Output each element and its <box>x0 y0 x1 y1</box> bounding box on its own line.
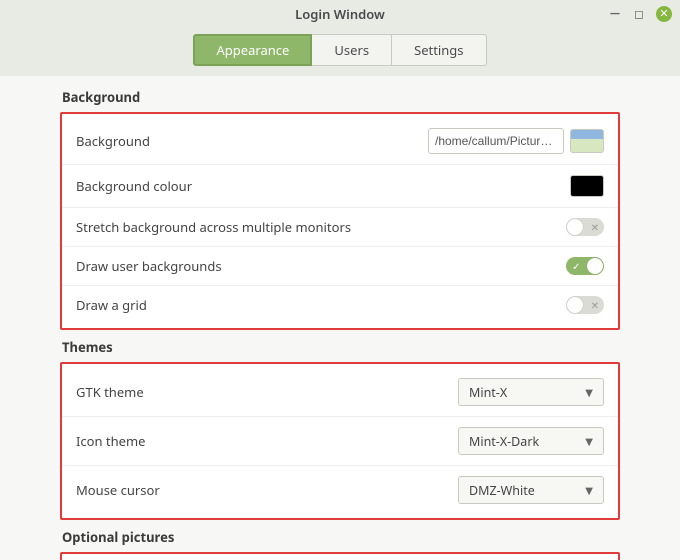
label-draw-user-bg: Draw user backgrounds <box>76 257 222 275</box>
panel-background: Background Background colour Stretch bac… <box>60 112 620 330</box>
gtk-theme-select[interactable]: Mint-X ▼ <box>458 378 604 406</box>
chevron-down-icon: ▼ <box>585 385 593 399</box>
panel-themes: GTK theme Mint-X ▼ Icon theme Mint-X-Dar… <box>60 362 620 520</box>
window-controls: － ◻ ✕ <box>608 0 672 28</box>
toggle-on-icon: ✓ <box>572 258 580 274</box>
icon-theme-select[interactable]: Mint-X-Dark ▼ <box>458 427 604 455</box>
row-draw-grid: Draw a grid ✕ <box>62 285 618 324</box>
label-background-colour: Background colour <box>76 177 192 195</box>
label-mouse-cursor: Mouse cursor <box>76 481 160 499</box>
window-title: Login Window <box>295 5 385 23</box>
gtk-theme-value: Mint-X <box>469 384 507 401</box>
section-title-optional: Optional pictures <box>62 528 620 546</box>
content-area: Background Background Background colour … <box>0 76 680 560</box>
toggle-off-icon: ✕ <box>591 297 599 313</box>
draw-user-bg-toggle[interactable]: ✓ <box>566 257 604 275</box>
chevron-down-icon: ▼ <box>585 483 593 497</box>
toggle-knob <box>587 258 603 274</box>
label-draw-grid: Draw a grid <box>76 296 147 314</box>
row-mouse-cursor: Mouse cursor DMZ-White ▼ <box>62 465 618 514</box>
section-title-background: Background <box>62 88 620 106</box>
toggle-off-icon: ✕ <box>591 219 599 235</box>
row-draw-user-bg: Draw user backgrounds ✓ <box>62 246 618 285</box>
row-background: Background <box>62 118 618 164</box>
label-icon-theme: Icon theme <box>76 432 145 450</box>
background-colour-swatch[interactable] <box>570 175 604 197</box>
row-gtk-theme: GTK theme Mint-X ▼ <box>62 368 618 416</box>
tab-appearance[interactable]: Appearance <box>193 34 312 66</box>
icon-theme-value: Mint-X-Dark <box>469 433 539 450</box>
chevron-down-icon: ▼ <box>585 434 593 448</box>
close-button[interactable]: ✕ <box>656 6 672 22</box>
tab-bar: Appearance Users Settings <box>0 28 680 76</box>
label-gtk-theme: GTK theme <box>76 383 144 401</box>
maximize-button[interactable]: ◻ <box>632 7 646 21</box>
tab-users[interactable]: Users <box>311 34 392 66</box>
tab-settings[interactable]: Settings <box>391 34 486 66</box>
mouse-cursor-select[interactable]: DMZ-White ▼ <box>458 476 604 504</box>
background-browse-button[interactable] <box>570 129 604 153</box>
label-stretch: Stretch background across multiple monit… <box>76 218 351 236</box>
toggle-knob <box>567 219 583 235</box>
label-background: Background <box>76 132 150 150</box>
background-path-input[interactable] <box>428 128 564 154</box>
minimize-button[interactable]: － <box>608 7 622 21</box>
stretch-toggle[interactable]: ✕ <box>566 218 604 236</box>
toggle-knob <box>567 297 583 313</box>
section-title-themes: Themes <box>62 338 620 356</box>
draw-grid-toggle[interactable]: ✕ <box>566 296 604 314</box>
row-background-colour: Background colour <box>62 164 618 207</box>
row-icon-theme: Icon theme Mint-X-Dark ▼ <box>62 416 618 465</box>
panel-optional: Other monitors Bottom left <box>60 552 620 560</box>
mouse-cursor-value: DMZ-White <box>469 482 535 499</box>
titlebar: Login Window － ◻ ✕ <box>0 0 680 28</box>
row-stretch: Stretch background across multiple monit… <box>62 207 618 246</box>
